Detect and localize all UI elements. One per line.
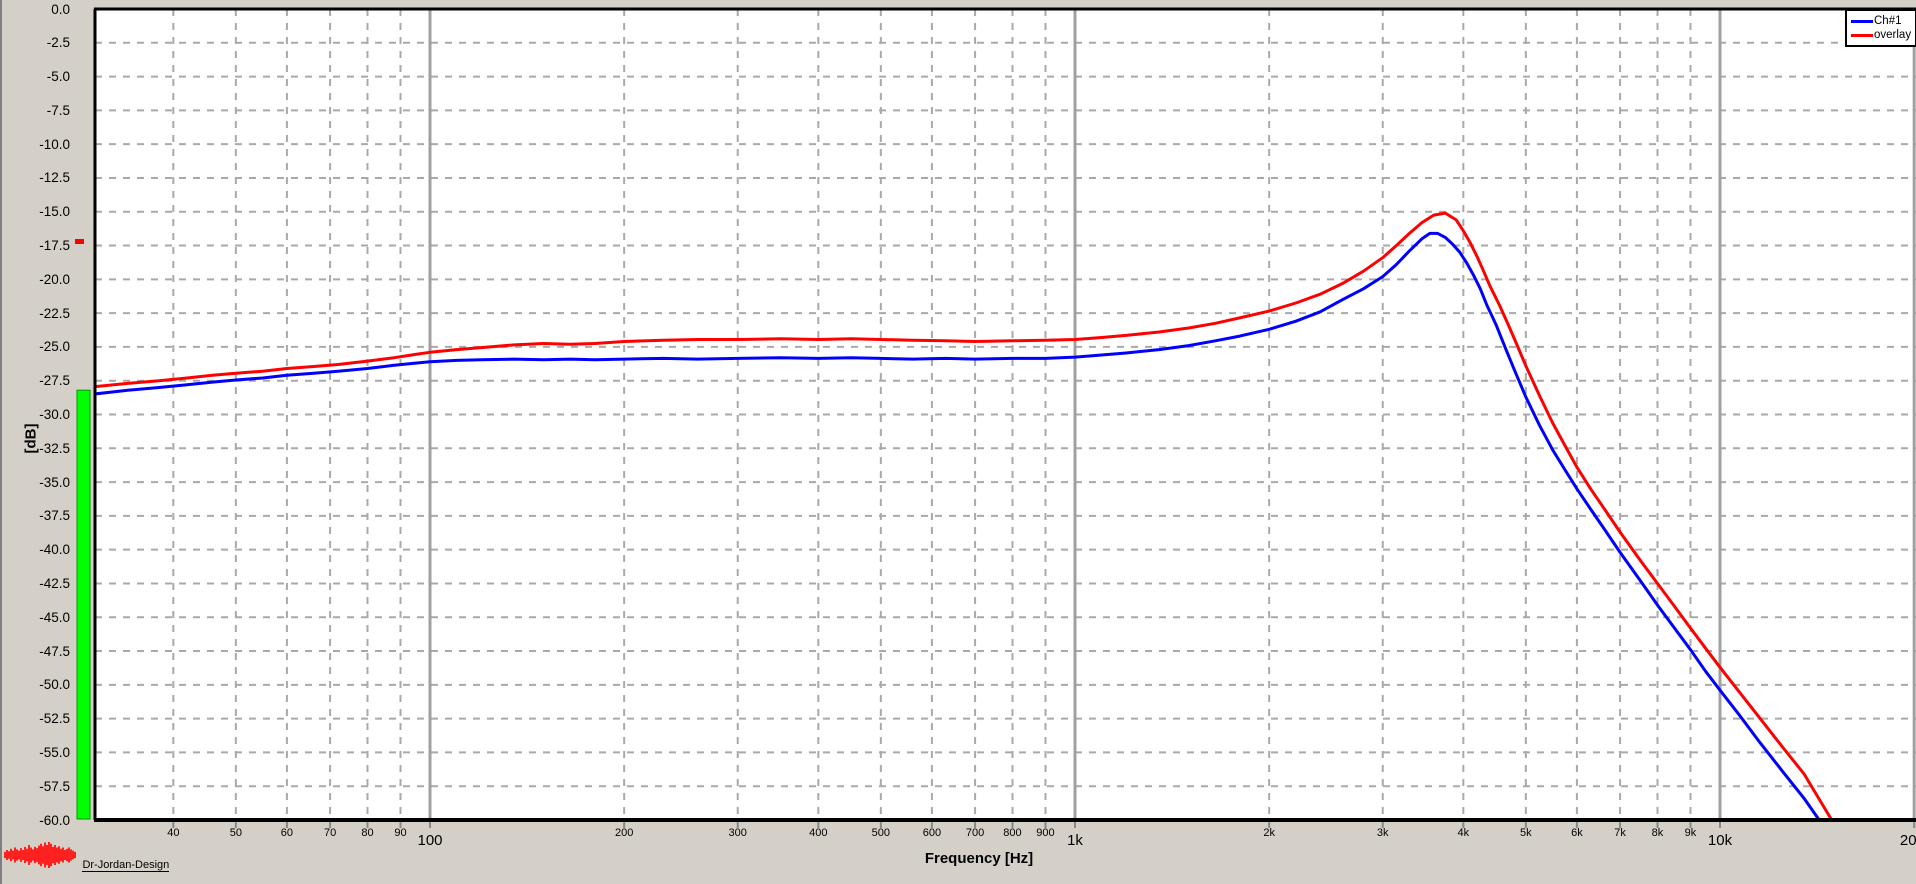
x-axis-title: Frequency [Hz] <box>904 850 1054 867</box>
y-tick-label: -10.0 <box>8 137 70 152</box>
y-tick-label: -45.0 <box>8 610 70 625</box>
y-tick-label: -30.0 <box>8 407 70 422</box>
x-tick-label: 80 <box>361 827 373 839</box>
legend-line-sample <box>1851 20 1873 23</box>
x-tick-label: 3k <box>1377 827 1389 839</box>
legend-label: overlay 1 <box>1874 29 1916 41</box>
y-tick-label: -37.5 <box>8 508 70 523</box>
legend: Ch#1 overlay 1 <box>1845 9 1916 47</box>
logo: Dr-Jordan-Design <box>4 842 169 873</box>
x-tick-label: 90 <box>394 827 406 839</box>
y-tick-label: -52.5 <box>8 711 70 726</box>
x-tick-label: 500 <box>872 827 890 839</box>
x-tick-label: 9k <box>1685 827 1697 839</box>
y-tick-label: -60.0 <box>8 813 70 828</box>
y-tick-label: -55.0 <box>8 745 70 760</box>
y-tick-label: -50.0 <box>8 677 70 692</box>
level-meter-bar <box>77 390 90 819</box>
x-tick-label: 40 <box>167 827 179 839</box>
y-tick-label: -15.0 <box>8 204 70 219</box>
x-tick-label-major: 100 <box>417 832 442 849</box>
y-tick-label: -7.5 <box>8 103 70 118</box>
logo-text: Dr-Jordan-Design <box>82 859 169 872</box>
x-tick-label: 7k <box>1614 827 1626 839</box>
y-tick-label: -20.0 <box>8 272 70 287</box>
x-tick-label: 6k <box>1571 827 1583 839</box>
y-tick-label: 0.0 <box>8 2 70 17</box>
y-tick-label: -12.5 <box>8 170 70 185</box>
legend-line-sample <box>1851 34 1873 37</box>
y-tick-label: -17.5 <box>8 238 70 253</box>
x-tick-label-major: 1k <box>1067 832 1083 849</box>
y-tick-label: -35.0 <box>8 475 70 490</box>
x-tick-label: 4k <box>1458 827 1470 839</box>
audio-analyzer-window: 0.0 -2.5 -5.0 -7.5 -10.0 -12.5 -15.0 -17.5 -20.0… <box>0 0 1916 884</box>
x-tick-label: 50 <box>230 827 242 839</box>
y-tick-label: -5.0 <box>8 69 70 84</box>
x-tick-label: 2k <box>1263 827 1275 839</box>
y-tick-label: -27.5 <box>8 373 70 388</box>
x-tick-label: 8k <box>1652 827 1664 839</box>
frequency-response-plot <box>2 0 1916 884</box>
x-tick-label: 60 <box>281 827 293 839</box>
y-tick-label: -40.0 <box>8 542 70 557</box>
x-tick-label: 900 <box>1036 827 1054 839</box>
y-tick-label: -47.5 <box>8 644 70 659</box>
legend-entry: overlay 1 <box>1851 28 1913 42</box>
y-tick-label: -25.0 <box>8 339 70 354</box>
legend-label: Ch#1 <box>1874 15 1902 27</box>
x-tick-label: 600 <box>923 827 941 839</box>
x-tick-label: 700 <box>966 827 984 839</box>
y-axis-title: [dB] <box>23 424 40 454</box>
x-tick-label-major: 10k <box>1708 832 1732 849</box>
logo-waveform-icon <box>4 842 78 868</box>
y-tick-label: -22.5 <box>8 306 70 321</box>
x-tick-label: 200 <box>615 827 633 839</box>
x-tick-label-major: 20k <box>1900 832 1916 849</box>
y-tick-label: -57.5 <box>8 779 70 794</box>
y-tick-label: -42.5 <box>8 576 70 591</box>
x-tick-label: 400 <box>809 827 827 839</box>
x-tick-label: 800 <box>1003 827 1021 839</box>
level-meter-peak-marker <box>75 239 84 244</box>
x-tick-label: 300 <box>729 827 747 839</box>
legend-entry: Ch#1 <box>1851 14 1913 28</box>
y-tick-label: -2.5 <box>8 35 70 50</box>
x-tick-label: 70 <box>324 827 336 839</box>
x-tick-label: 5k <box>1520 827 1532 839</box>
